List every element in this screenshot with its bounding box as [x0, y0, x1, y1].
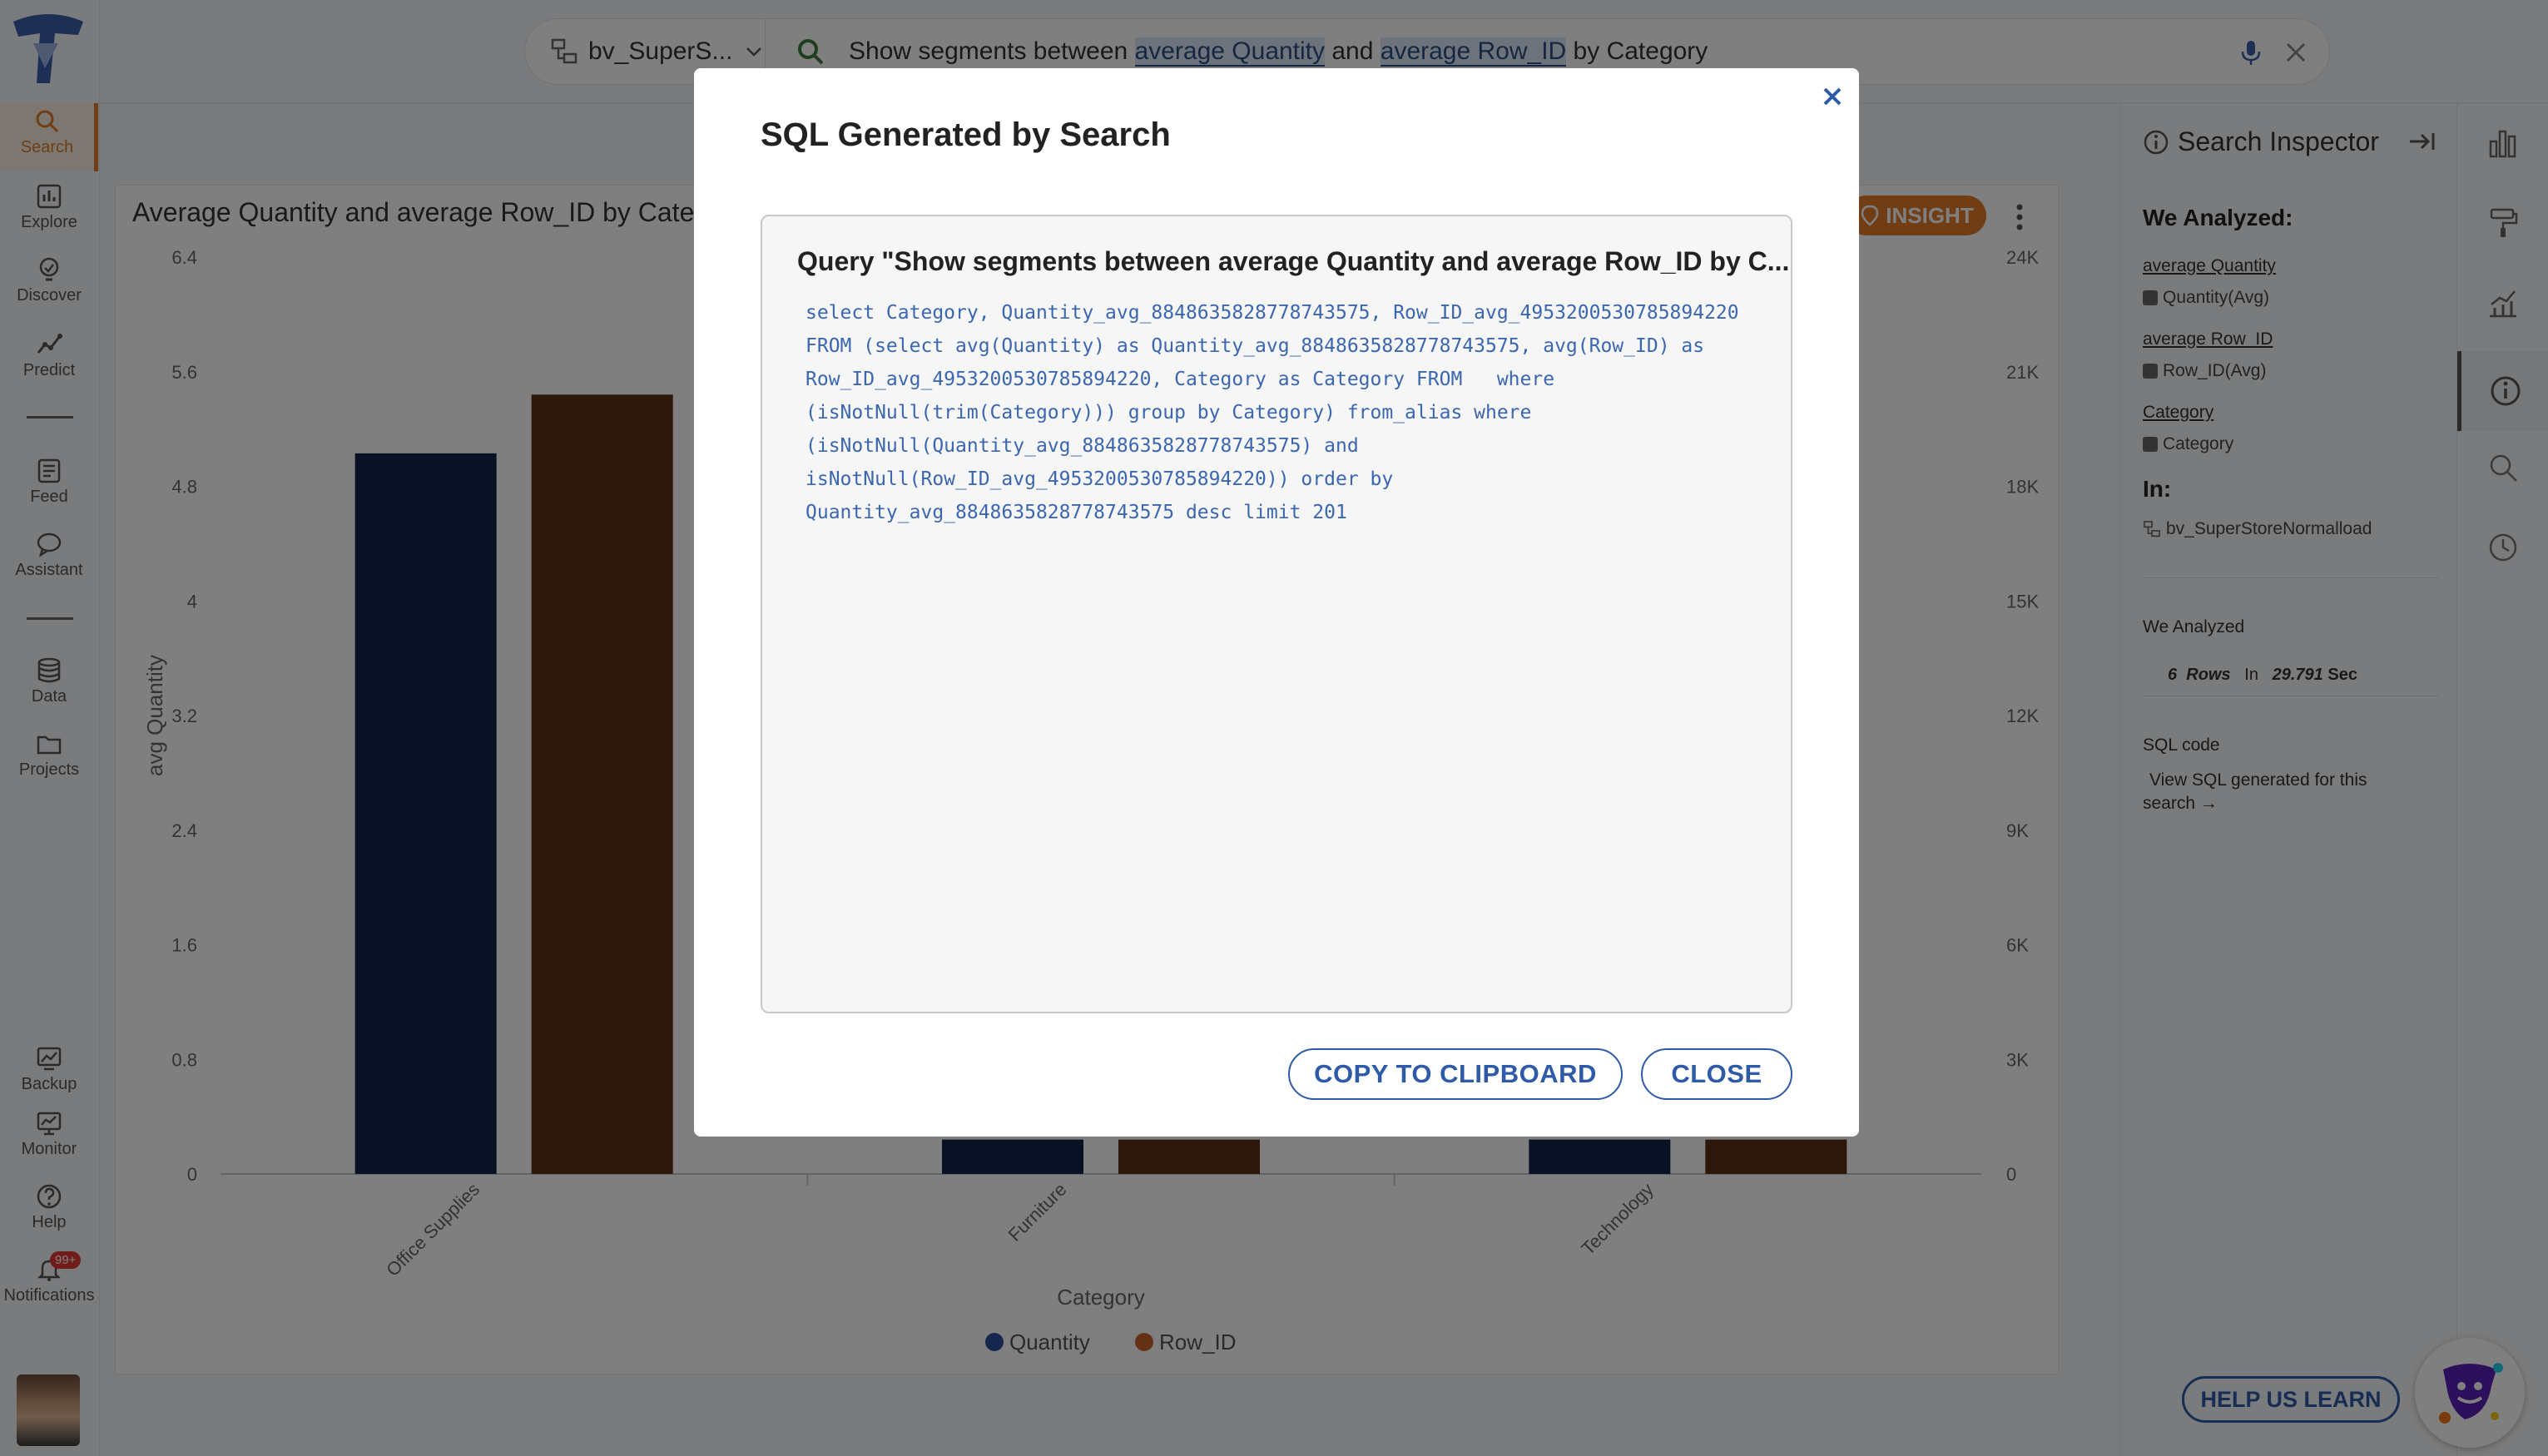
query-title: Query "Show segments between average Qua… — [797, 246, 1790, 276]
sql-code[interactable]: select Category, Quantity_avg_8848635828… — [806, 296, 1784, 529]
sql-modal: SQL Generated by Search Query "Show segm… — [694, 68, 1859, 1137]
sql-line: (isNotNull(Quantity_avg_8848635828778743… — [806, 435, 1359, 457]
sql-box: Query "Show segments between average Qua… — [761, 215, 1792, 1013]
copy-to-clipboard-button[interactable]: COPY TO CLIPBOARD — [1288, 1048, 1623, 1100]
close-button[interactable]: CLOSE — [1641, 1048, 1792, 1100]
modal-close-icon[interactable] — [1816, 80, 1849, 113]
sql-line: isNotNull(Row_ID_avg_4953200530785894220… — [806, 468, 1394, 490]
sql-line: Row_ID_avg_4953200530785894220, Category… — [806, 369, 1555, 390]
close-icon — [1823, 87, 1842, 106]
sql-line: (isNotNull(trim(Category))) group by Cat… — [806, 402, 1532, 423]
modal-title: SQL Generated by Search — [761, 116, 1171, 153]
sql-line: Quantity_avg_8848635828778743575 desc li… — [806, 502, 1347, 523]
sql-line: FROM (select avg(Quantity) as Quantity_a… — [806, 335, 1705, 357]
sql-line: select Category, Quantity_avg_8848635828… — [806, 302, 1739, 324]
